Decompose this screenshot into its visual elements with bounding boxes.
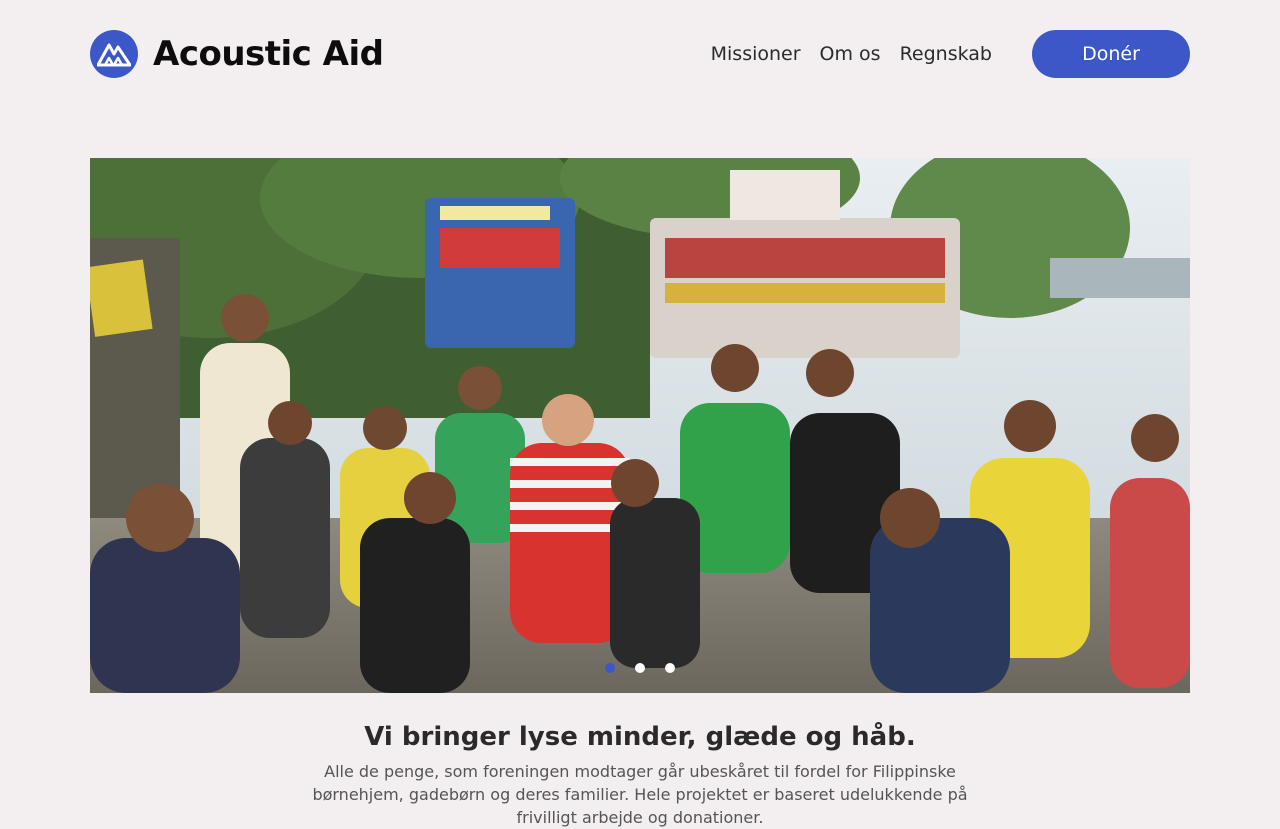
brand[interactable]: Acoustic Aid — [90, 30, 384, 78]
intro-heading: Vi bringer lyse minder, glæde og håb. — [364, 722, 916, 752]
nav-item-missioner[interactable]: Missioner — [711, 43, 801, 65]
site-header: Acoustic Aid Missioner Om os Regnskab Do… — [90, 30, 1190, 78]
intro-text: Alle de penge, som foreningen modtager g… — [312, 762, 968, 827]
carousel-dot-3[interactable] — [665, 663, 675, 673]
carousel-dot-2[interactable] — [635, 663, 645, 673]
nav-item-regnskab[interactable]: Regnskab — [900, 43, 992, 65]
mountain-logo-icon — [90, 30, 138, 78]
hero-carousel[interactable] — [90, 158, 1190, 693]
nav-item-om-os[interactable]: Om os — [820, 43, 881, 65]
carousel-dot-1[interactable] — [605, 663, 615, 673]
main-nav: Missioner Om os Regnskab — [711, 30, 992, 78]
hero-photo — [90, 158, 1190, 693]
brand-name: Acoustic Aid — [153, 34, 384, 74]
carousel-dots — [90, 663, 1190, 673]
donate-button[interactable]: Donér — [1032, 30, 1190, 78]
